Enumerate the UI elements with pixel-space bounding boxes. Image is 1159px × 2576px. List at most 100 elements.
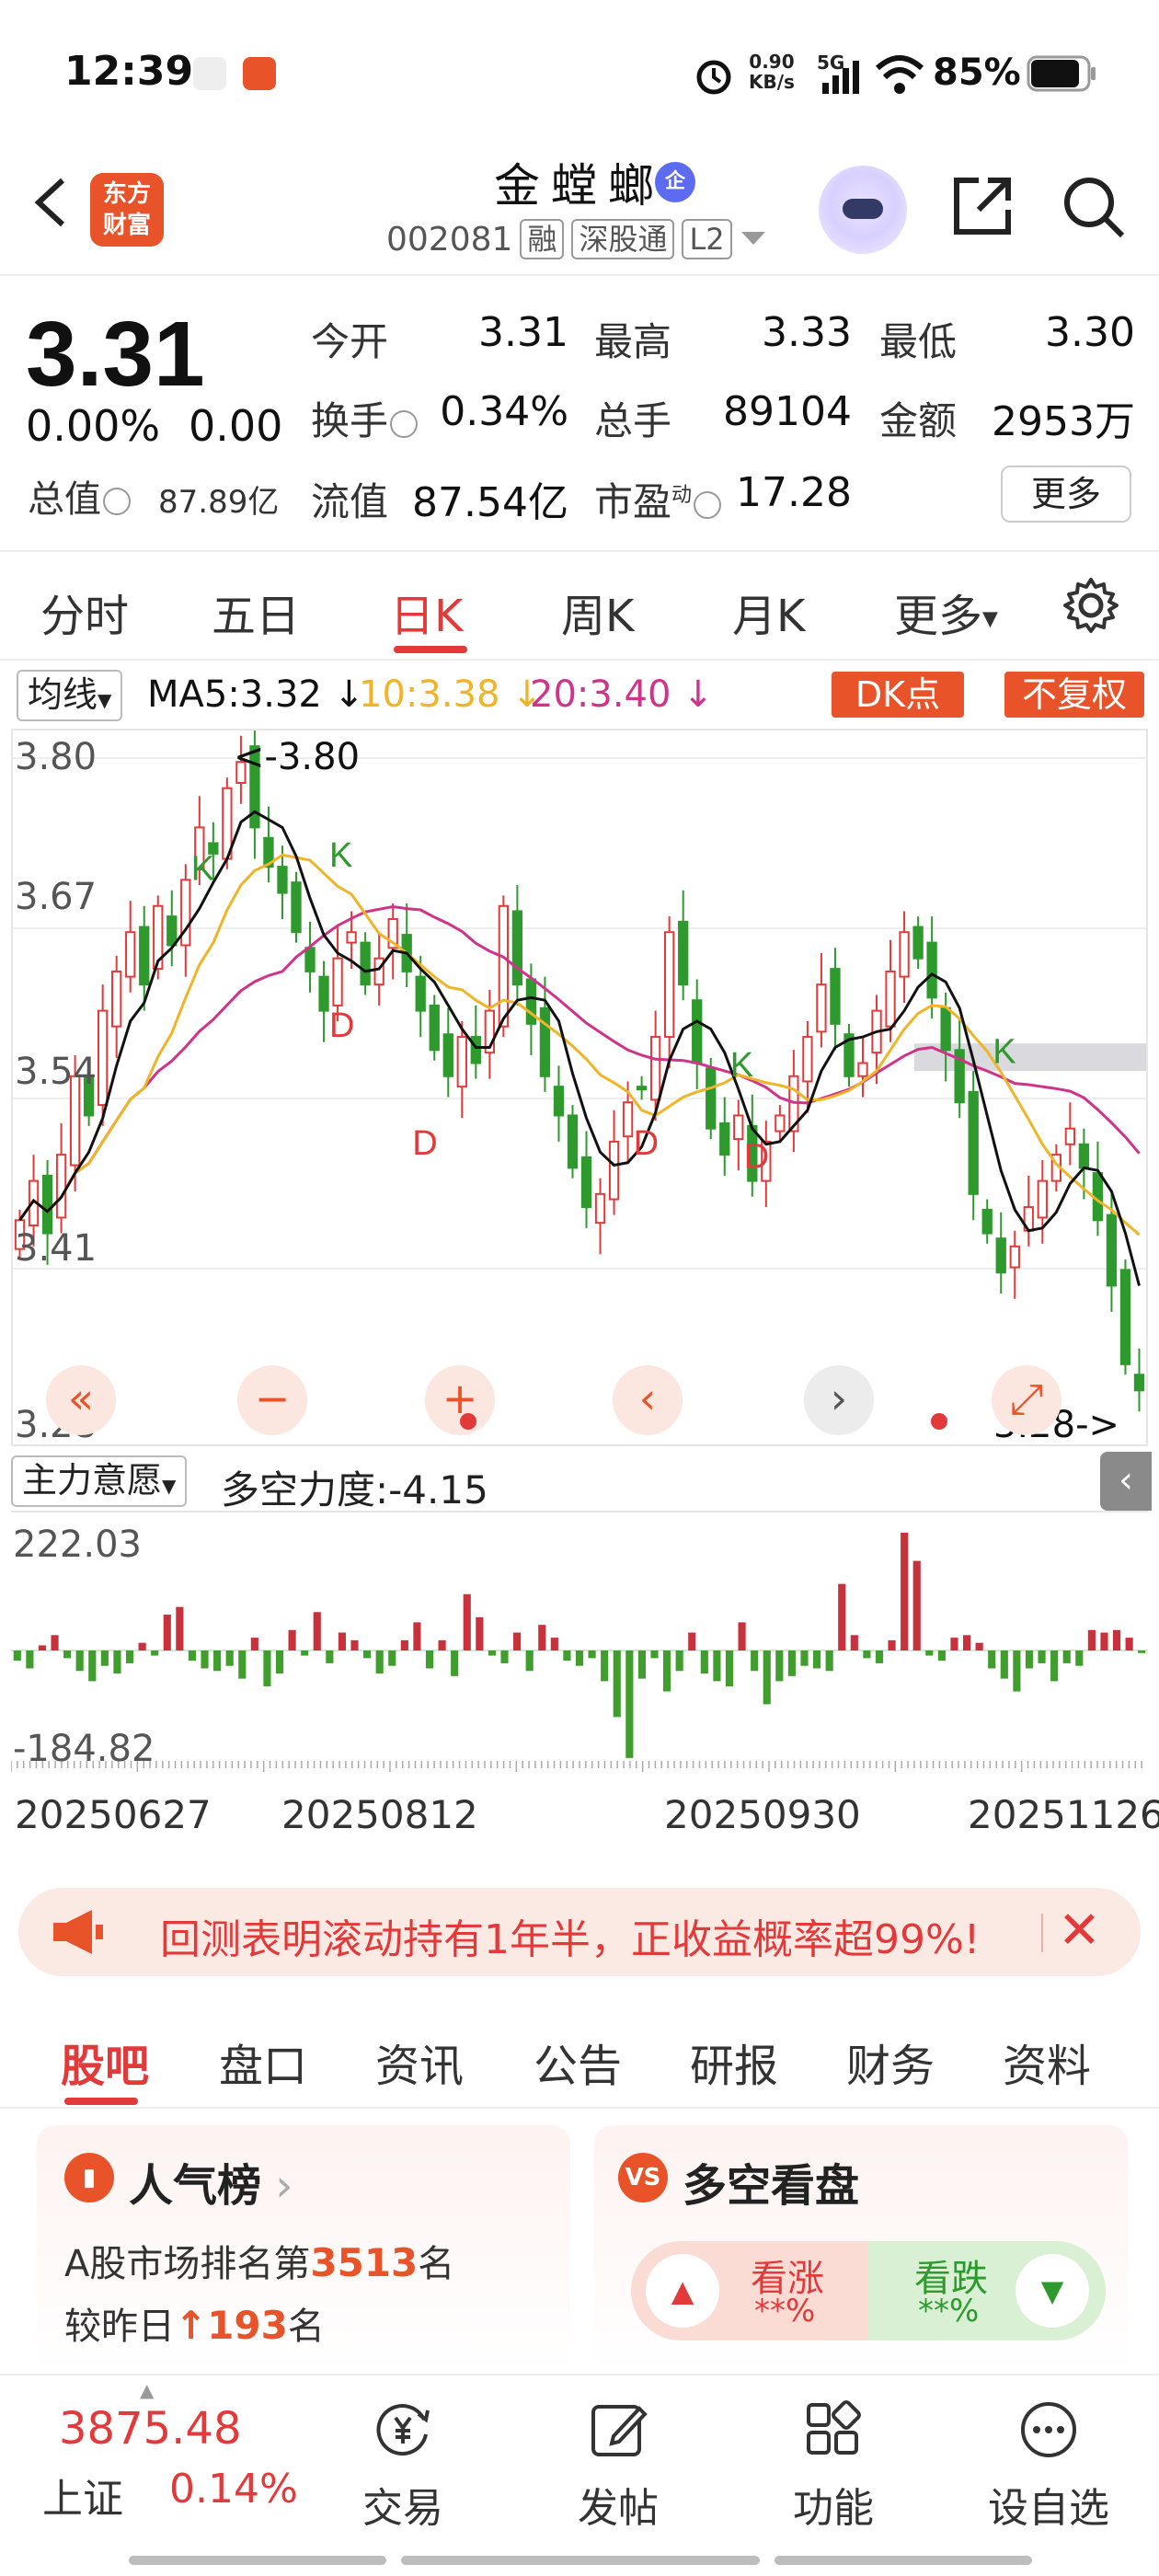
gear-icon[interactable] xyxy=(1061,576,1120,635)
tab-monthly-k[interactable]: 月K xyxy=(732,580,805,644)
indicator-min-label: -184.82 xyxy=(13,1728,155,1770)
info-icon[interactable] xyxy=(103,488,131,515)
tab-orderbook[interactable]: 盘口 xyxy=(219,2030,307,2094)
indicator-bar xyxy=(613,1650,621,1718)
scroll-left-button[interactable]: ‹ xyxy=(613,1365,683,1435)
date-label: 20250812 xyxy=(281,1792,478,1837)
functions-button[interactable]: 功能 xyxy=(751,2398,916,2534)
candle-body xyxy=(802,1036,813,1083)
candle-body xyxy=(1078,1143,1090,1169)
candle-body xyxy=(719,1122,730,1156)
dk-point-button[interactable]: DK点 xyxy=(832,672,964,718)
candle-body xyxy=(166,915,178,947)
ma-selector[interactable]: 均线▼ xyxy=(17,670,123,721)
share-icon[interactable] xyxy=(947,171,1017,241)
indicator-bar xyxy=(1062,1650,1071,1663)
indicator-bar xyxy=(1138,1650,1146,1653)
tab-intraday[interactable]: 分时 xyxy=(40,580,129,644)
vote-up-button[interactable]: ▲ 看涨 **% xyxy=(631,2241,868,2340)
pe-value: 17.28 xyxy=(736,469,852,516)
ai-assistant-avatar[interactable] xyxy=(819,166,907,254)
add-watchlist-button[interactable]: 设自选 xyxy=(966,2398,1131,2534)
close-icon[interactable]: ✕ xyxy=(1058,1901,1101,1961)
indicator-bar xyxy=(675,1650,683,1672)
indicator-bar xyxy=(338,1632,347,1650)
rank-change: 较昨日↑193名 xyxy=(64,2303,325,2348)
indicator-bar xyxy=(51,1635,59,1650)
indicator-bar xyxy=(188,1650,197,1662)
indicator-selector[interactable]: 主力意愿▼ xyxy=(11,1455,188,1507)
stock-code-row[interactable]: 002081 融 深股通 L2 xyxy=(386,219,767,259)
candle-body xyxy=(55,1154,67,1219)
low-label: 最低 xyxy=(879,319,958,364)
indicator-bar xyxy=(812,1650,821,1669)
more-quote-button[interactable]: 更多 xyxy=(1001,466,1131,523)
candle-body xyxy=(692,999,703,1064)
change-value: 0.00 xyxy=(189,401,283,451)
scroll-right-button[interactable]: › xyxy=(804,1365,874,1435)
candle-body xyxy=(98,1009,109,1107)
adjust-mode-button[interactable]: 不复权 xyxy=(1004,672,1144,718)
indicator-chart[interactable]: 222.03 -184.82 xyxy=(10,1514,1148,1772)
indicator-bar xyxy=(488,1650,496,1656)
chevron-right-icon: › xyxy=(261,2160,293,2212)
indicator-bar xyxy=(1087,1629,1096,1650)
tab-more[interactable]: 更多▼ xyxy=(894,580,998,644)
candle-body xyxy=(594,1192,606,1225)
tab-research[interactable]: 研报 xyxy=(690,2030,778,2094)
index-name[interactable]: 上证 xyxy=(42,2466,123,2524)
indicator-bar xyxy=(875,1650,884,1663)
popularity-card[interactable]: ▮ 人气榜 › A股市场排名第3513名 较昨日↑193名 xyxy=(37,2125,570,2374)
kline-svg[interactable]: K K D D D K D K xyxy=(13,730,1146,1444)
ma10-value: 10:3.38 ↓ xyxy=(359,673,543,716)
tab-forum[interactable]: 股吧 xyxy=(61,2030,149,2094)
collapse-panel-button[interactable]: ‹ xyxy=(1100,1452,1152,1511)
pe-label: 市盈动 xyxy=(594,471,723,527)
high-label: 最高 xyxy=(594,319,672,364)
indicator-bar xyxy=(225,1650,234,1666)
vs-icon: VS xyxy=(618,2153,668,2202)
fast-back-button[interactable]: « xyxy=(46,1365,116,1435)
indicator-bar xyxy=(238,1650,247,1679)
vote-bar: ▲ 看涨 **% 看跌 **% ▼ xyxy=(631,2241,1106,2340)
post-button[interactable]: 发帖 xyxy=(535,2398,701,2534)
candle-body xyxy=(636,1086,648,1091)
candle-body xyxy=(111,970,122,1028)
tab-five-day[interactable]: 五日 xyxy=(212,580,300,644)
tab-daily-k[interactable]: 日K xyxy=(390,580,463,644)
sentiment-card[interactable]: VS 多空看盘 ▲ 看涨 **% 看跌 **% ▼ xyxy=(594,2125,1128,2374)
caret-down-icon: ▼ xyxy=(982,607,998,631)
banner-text: 回测表明滚动持有1年半，正收益概率超99%! xyxy=(160,1916,981,1963)
indicator-bar xyxy=(950,1638,958,1650)
duo-marker: D xyxy=(744,1137,769,1176)
grid-icon xyxy=(807,2400,861,2455)
tab-financials[interactable]: 财务 xyxy=(846,2030,935,2094)
index-change[interactable]: 0.14% xyxy=(169,2466,298,2513)
vote-down-button[interactable]: 看跌 **% ▼ xyxy=(868,2241,1106,2340)
trade-button[interactable]: 交易 xyxy=(320,2398,486,2534)
candle-body xyxy=(346,931,357,944)
zoom-out-button[interactable]: − xyxy=(237,1365,307,1435)
tab-weekly-k[interactable]: 周K xyxy=(561,580,634,644)
ranking-icon: ▮ xyxy=(64,2153,114,2202)
info-icon[interactable] xyxy=(694,490,722,519)
candle-body xyxy=(912,926,924,960)
duo-marker: D xyxy=(329,1006,354,1045)
indicator-bar xyxy=(850,1635,858,1650)
tab-news[interactable]: 资讯 xyxy=(375,2030,464,2094)
candle-body xyxy=(125,931,136,978)
enterprise-badge[interactable]: 企 xyxy=(655,162,695,202)
info-icon[interactable] xyxy=(390,409,419,438)
index-value[interactable]: 3875.48 xyxy=(59,2403,242,2455)
fullscreen-button[interactable]: ⤢ xyxy=(992,1365,1061,1435)
indicator-bar xyxy=(163,1615,171,1650)
content-tabs: 股吧 盘口 资讯 公告 研报 财务 资料 xyxy=(0,1998,1159,2109)
promo-banner[interactable]: 回测表明滚动持有1年半，正收益概率超99%! ✕ xyxy=(18,1888,1141,1976)
tab-announcements[interactable]: 公告 xyxy=(534,2030,622,2094)
indicator-bar xyxy=(100,1650,109,1666)
search-icon[interactable] xyxy=(1058,171,1128,241)
candle-body xyxy=(415,975,426,1012)
indicator-svg[interactable] xyxy=(10,1514,1148,1772)
kline-chart[interactable]: KKDDDKDK 3.80 3.67 3.54 3.41 3.28 <-3.80… xyxy=(11,729,1148,1446)
tab-profile[interactable]: 资料 xyxy=(1003,2030,1091,2094)
